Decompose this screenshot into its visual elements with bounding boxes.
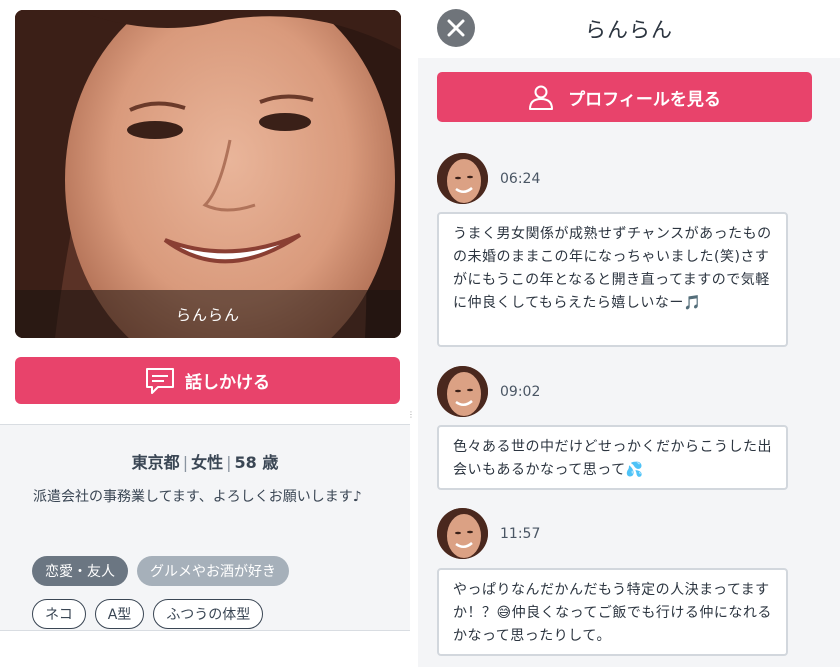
talk-button-label: 話しかける <box>185 373 270 393</box>
tag-blood-type[interactable]: A型 <box>94 599 145 629</box>
message-header-1: 06:24 <box>437 153 540 204</box>
separator: | <box>226 453 232 472</box>
tag-purpose[interactable]: 恋愛・友人 <box>32 556 128 586</box>
message-time: 11:57 <box>500 525 541 542</box>
avatar-image <box>437 153 488 204</box>
message-header-3: 11:57 <box>437 508 540 559</box>
message-bubble: うまく男女関係が成熟せずチャンスがあったものの未婚のままこの年になっちゃいました… <box>437 212 788 347</box>
tag-pet[interactable]: ネコ <box>32 599 86 629</box>
message-time: 09:02 <box>500 383 541 400</box>
tag-hobby[interactable]: グルメやお酒が好き <box>137 556 289 586</box>
view-profile-label: プロフィールを見る <box>568 89 721 110</box>
bio-text: 派遣会社の事務業してます、よろしくお願いします♪ <box>33 489 362 505</box>
avatar[interactable] <box>437 508 488 559</box>
avatar[interactable] <box>437 153 488 204</box>
speech-bubble-icon <box>146 367 174 394</box>
photo-caption: らんらん <box>15 290 401 338</box>
message-panel: らんらん プロフィールを見る 06:24 うまく男女関係が成熟せずチャンスがあっ… <box>418 0 840 667</box>
profile-photo[interactable]: らんらん <box>15 10 401 338</box>
age: 58 歳 <box>234 453 279 472</box>
separator: | <box>182 453 189 472</box>
tag-row-filled: 恋愛・友人 グルメやお酒が好き <box>32 556 289 586</box>
message-header-2: 09:02 <box>437 366 540 417</box>
tag-row-outline: ネコ A型 ふつうの体型 <box>32 599 264 629</box>
profile-panel: らんらん 話しかける ⋮ 東京都 | 女性 | 58 歳 派遣会社の事務業してます、よろ… <box>0 0 416 667</box>
scroll-indicator: ⋮ <box>407 410 415 419</box>
person-icon <box>529 85 554 110</box>
profile-details: 東京都 | 女性 | 58 歳 派遣会社の事務業してます、よろしくお願いします♪ 恋愛・… <box>0 424 410 630</box>
message-time: 06:24 <box>500 170 541 187</box>
avatar-image <box>437 366 488 417</box>
page-title: らんらん <box>585 18 673 42</box>
message-header: らんらん <box>418 0 840 58</box>
gender: 女性 <box>191 453 224 472</box>
talk-button[interactable]: 話しかける <box>15 357 400 404</box>
message-bubble: やっぱりなんだかんだもう特定の人決まってますか！？😅仲良くなってご飯でも行ける仲… <box>437 568 788 656</box>
avatar-image <box>437 508 488 559</box>
divider <box>0 630 410 631</box>
screen: らんらん 話しかける ⋮ 東京都 | 女性 | 58 歳 派遣会社の事務業してます、よろ… <box>0 0 840 667</box>
tag-body-type[interactable]: ふつうの体型 <box>153 599 264 629</box>
location: 東京都 <box>131 453 180 472</box>
message-bubble: 色々ある世の中だけどせっかくだからこうした出会いもあるかなって思って💦 <box>437 425 788 490</box>
avatar[interactable] <box>437 366 488 417</box>
view-profile-button[interactable]: プロフィールを見る <box>437 72 812 122</box>
face-photo-image <box>15 10 401 338</box>
profile-meta: 東京都 | 女性 | 58 歳 <box>0 449 410 473</box>
